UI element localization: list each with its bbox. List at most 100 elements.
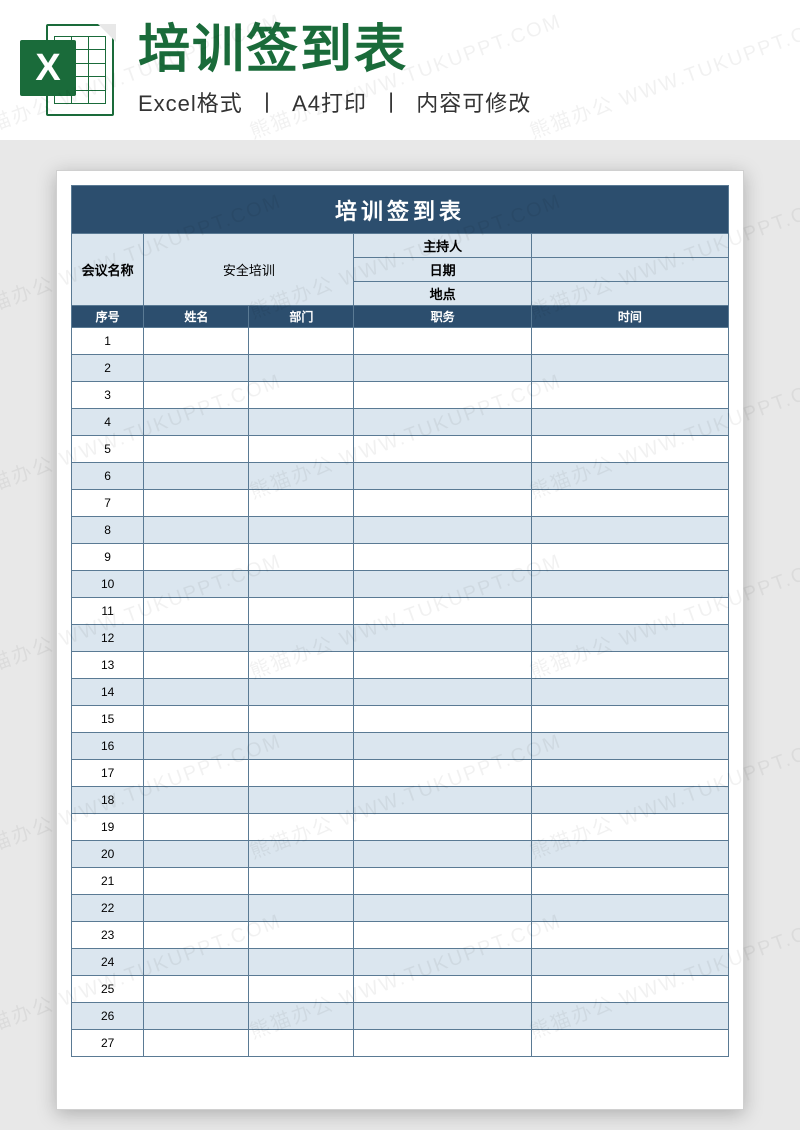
cell-number: 2 [72,355,144,382]
table-row: 23 [72,922,729,949]
cell-number: 4 [72,409,144,436]
separator-icon: 丨 [256,91,279,116]
cell-dept [249,328,354,355]
cell-dept [249,706,354,733]
table-row: 27 [72,1030,729,1057]
banner-sub-3: 内容可修改 [416,91,531,116]
place-value [531,282,728,306]
separator-icon: 丨 [380,91,403,116]
cell-title [354,679,531,706]
table-row: 13 [72,652,729,679]
cell-name [144,895,249,922]
col-header-name: 姓名 [144,306,249,328]
cell-name [144,922,249,949]
cell-number: 18 [72,787,144,814]
cell-time [531,733,728,760]
cell-dept [249,949,354,976]
cell-name [144,949,249,976]
cell-title [354,517,531,544]
cell-name [144,760,249,787]
cell-time [531,706,728,733]
cell-title [354,598,531,625]
cell-time [531,1030,728,1057]
cell-name [144,463,249,490]
cell-dept [249,544,354,571]
cell-name [144,490,249,517]
excel-icon: X [20,20,120,120]
cell-name [144,1030,249,1057]
table-row: 2 [72,355,729,382]
date-label: 日期 [354,258,531,282]
signin-table: 培训签到表 会议名称 安全培训 主持人 日期 地点 序号 姓名 部门 职务 [71,185,729,1057]
cell-name [144,598,249,625]
cell-title [354,409,531,436]
cell-name [144,517,249,544]
cell-dept [249,1003,354,1030]
sheet-title: 培训签到表 [72,186,729,234]
cell-dept [249,652,354,679]
cell-number: 8 [72,517,144,544]
table-row: 11 [72,598,729,625]
cell-name [144,625,249,652]
cell-number: 12 [72,625,144,652]
cell-name [144,355,249,382]
cell-dept [249,436,354,463]
cell-number: 21 [72,868,144,895]
cell-time [531,382,728,409]
header-banner: X 培训签到表 Excel格式 丨 A4打印 丨 内容可修改 [0,0,800,140]
cell-name [144,868,249,895]
cell-name [144,814,249,841]
cell-dept [249,814,354,841]
cell-number: 23 [72,922,144,949]
cell-dept [249,760,354,787]
cell-number: 13 [72,652,144,679]
cell-number: 24 [72,949,144,976]
cell-name [144,436,249,463]
cell-dept [249,1030,354,1057]
meeting-name-value: 安全培训 [144,234,354,306]
cell-name [144,1003,249,1030]
place-label: 地点 [354,282,531,306]
cell-name [144,976,249,1003]
cell-number: 1 [72,328,144,355]
cell-name [144,328,249,355]
cell-name [144,652,249,679]
cell-time [531,571,728,598]
cell-dept [249,517,354,544]
cell-time [531,652,728,679]
paper-preview: 培训签到表 会议名称 安全培训 主持人 日期 地点 序号 姓名 部门 职务 [56,170,744,1110]
preview-stage: 培训签到表 会议名称 安全培训 主持人 日期 地点 序号 姓名 部门 职务 [0,140,800,1110]
table-row: 7 [72,490,729,517]
cell-dept [249,976,354,1003]
cell-dept [249,571,354,598]
table-row: 10 [72,571,729,598]
cell-number: 10 [72,571,144,598]
table-row: 9 [72,544,729,571]
date-value [531,258,728,282]
cell-number: 22 [72,895,144,922]
cell-time [531,436,728,463]
cell-number: 20 [72,841,144,868]
cell-title [354,922,531,949]
cell-time [531,868,728,895]
cell-title [354,787,531,814]
cell-number: 14 [72,679,144,706]
cell-time [531,760,728,787]
table-row: 3 [72,382,729,409]
cell-dept [249,868,354,895]
cell-dept [249,490,354,517]
cell-time [531,355,728,382]
cell-title [354,760,531,787]
table-row: 4 [72,409,729,436]
cell-title [354,328,531,355]
cell-number: 5 [72,436,144,463]
cell-number: 3 [72,382,144,409]
cell-dept [249,787,354,814]
cell-time [531,409,728,436]
cell-time [531,625,728,652]
table-row: 16 [72,733,729,760]
cell-dept [249,355,354,382]
cell-name [144,733,249,760]
table-row: 6 [72,463,729,490]
excel-x-letter: X [20,40,76,96]
